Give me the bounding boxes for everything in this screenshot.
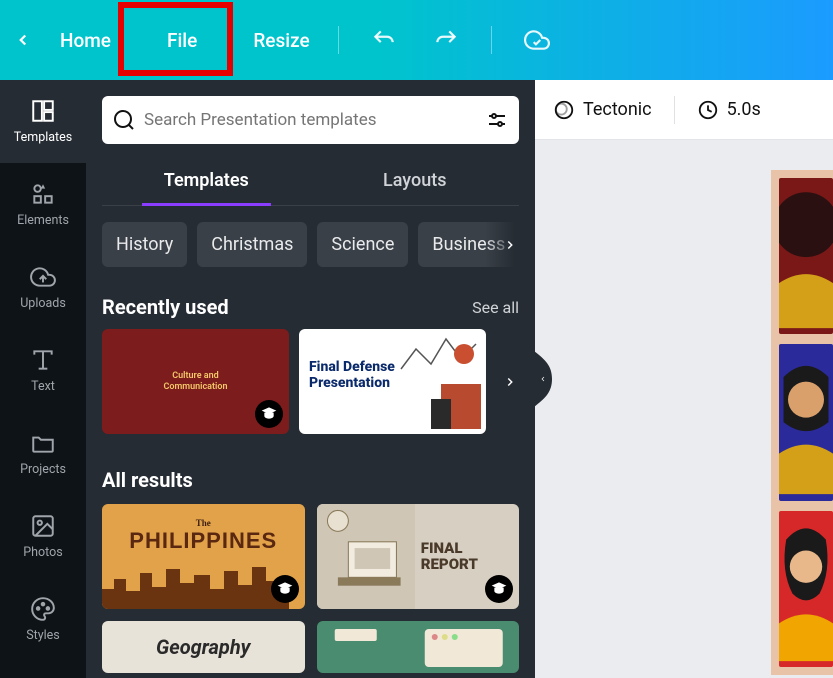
chip-science[interactable]: Science [317,222,408,267]
rail-photos[interactable]: Photos [0,495,86,578]
template-title: Presentation [309,375,395,391]
clock-icon [697,99,719,121]
home-button[interactable]: Home [46,0,125,80]
resize-button[interactable]: Resize [239,0,323,80]
filter-icon[interactable] [485,108,509,132]
rail-label: Styles [26,628,60,643]
search-input[interactable] [136,110,485,130]
template-thumb[interactable] [317,621,520,673]
template-illustration [102,561,289,609]
tab-templates[interactable]: Templates [102,160,311,205]
redo-button[interactable] [433,27,459,53]
styles-icon [30,596,56,622]
template-title: PHILIPPINES [129,528,277,554]
rail-text[interactable]: Text [0,329,86,412]
template-title: Final Defense [309,359,395,375]
template-title: Geography [156,635,250,659]
chevron-left-icon [539,375,547,383]
template-illustration [396,329,486,434]
see-all-link[interactable]: See all [472,298,519,317]
template-thumb[interactable]: Geography [102,621,305,673]
duration-selector[interactable]: 5.0s [697,99,761,121]
divider [338,26,339,54]
education-badge [485,575,513,603]
chip-christmas[interactable]: Christmas [197,222,307,267]
slide-preview[interactable] [771,170,833,675]
slide-portrait [779,344,833,500]
row-scroll-right[interactable] [485,329,535,434]
template-title: Communication [163,382,227,393]
rail-projects[interactable]: Projects [0,412,86,495]
chips-scroll-right[interactable] [485,222,535,267]
text-icon [30,347,56,373]
category-chips: History Christmas Science Business [86,206,535,283]
rail-label: Projects [20,462,66,477]
cloud-sync-button[interactable] [524,27,550,53]
projects-icon [30,430,56,456]
template-illustration [317,504,415,609]
chip-history[interactable]: History [102,222,187,267]
left-rail: Templates Elements Uploads Text Projects… [0,80,86,678]
search-icon [112,108,136,132]
education-badge [255,400,283,428]
results-grid: The PHILIPPINES [86,504,535,673]
collapse-panel-button[interactable] [535,351,552,407]
duration-label: 5.0s [727,99,761,120]
template-thumb[interactable]: Culture and Communication [102,329,289,434]
top-menu-bar: Home File Resize [0,0,833,80]
templates-icon [30,98,56,124]
rail-uploads[interactable]: Uploads [0,246,86,329]
animation-label: Tectonic [583,99,652,120]
panel-tabs: Templates Layouts [102,160,519,206]
rail-label: Photos [23,545,62,560]
undo-button[interactable] [371,27,397,53]
redo-icon [433,27,459,53]
recently-used-heading: Recently used [102,295,229,319]
animation-icon [553,99,575,121]
elements-icon [30,181,56,207]
rail-styles[interactable]: Styles [0,578,86,647]
chevron-right-icon [503,238,517,252]
rail-templates[interactable]: Templates [0,80,86,163]
template-thumb[interactable]: FINAL REPORT [317,504,520,609]
rail-label: Text [31,379,55,394]
recently-used-row: Culture and Communication Final Defense … [86,329,535,434]
template-thumb[interactable]: Final Defense Presentation [299,329,486,434]
template-title: REPORT [421,557,519,573]
education-badge [271,575,299,603]
slide-portrait [779,511,833,667]
template-pretitle: The [196,518,211,528]
rail-elements[interactable]: Elements [0,163,86,246]
uploads-icon [30,264,56,290]
tab-layouts[interactable]: Layouts [311,160,520,205]
photos-icon [30,513,56,539]
divider [674,96,675,124]
side-panel: Templates Layouts History Christmas Scie… [86,80,535,678]
undo-icon [371,27,397,53]
back-button[interactable] [0,0,46,80]
canvas-area: Tectonic 5.0s [535,80,833,678]
template-thumb[interactable]: The PHILIPPINES [102,504,305,609]
template-illustration [317,621,520,673]
cloud-check-icon [524,27,550,53]
divider [491,26,492,54]
search-bar[interactable] [102,96,519,144]
canvas-toolbar: Tectonic 5.0s [535,80,833,140]
animation-selector[interactable]: Tectonic [553,99,652,121]
rail-label: Elements [17,213,69,228]
template-title: Culture and [172,371,218,382]
rail-label: Uploads [20,296,66,311]
rail-label: Templates [14,130,72,145]
chevron-right-icon [503,375,517,389]
all-results-heading: All results [86,434,535,504]
slide-portrait [779,178,833,334]
chevron-left-icon [14,31,32,49]
file-button[interactable]: File [125,0,239,80]
